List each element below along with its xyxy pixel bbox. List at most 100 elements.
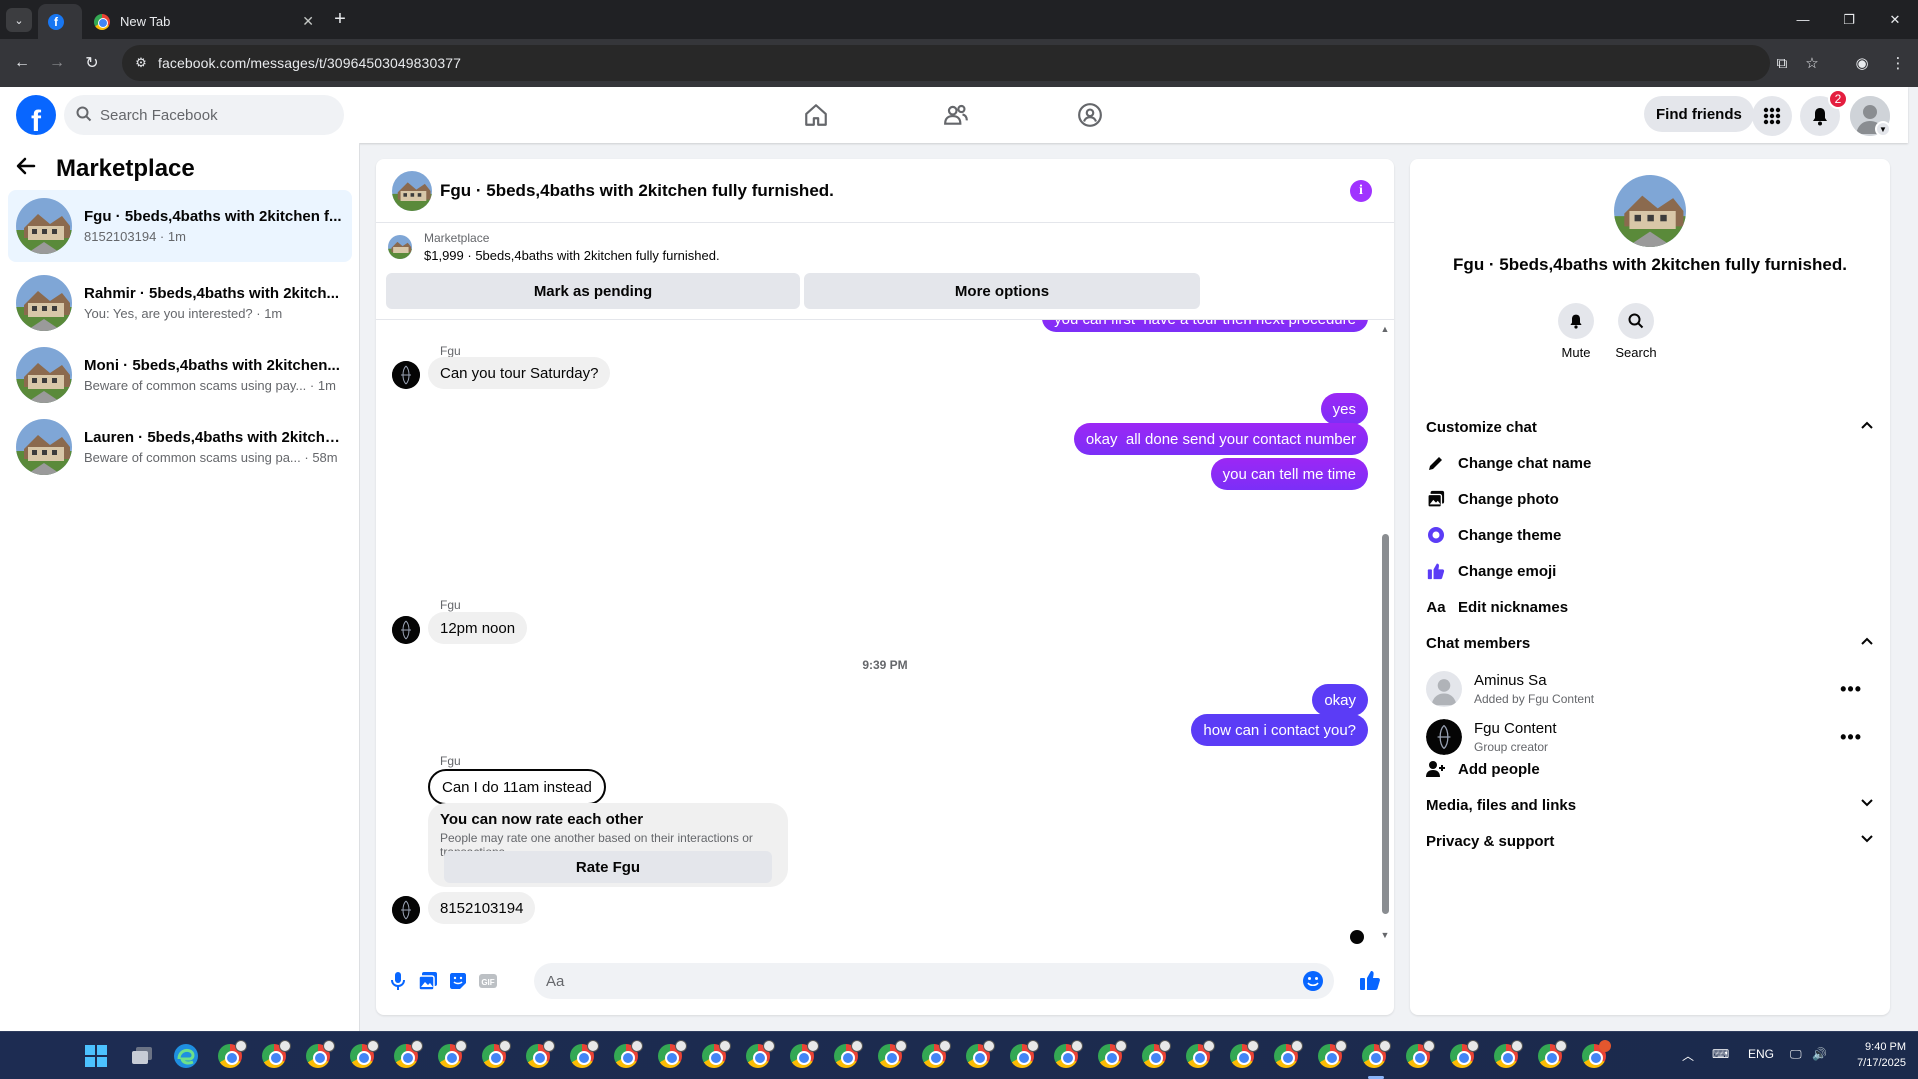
task-view-button[interactable] <box>126 1040 158 1072</box>
system-clock[interactable]: 9:40 PM 7/17/2025 <box>1836 1039 1906 1071</box>
sender-avatar[interactable] <box>392 361 420 389</box>
incoming-message-focused[interactable]: Can I do 11am instead <box>428 769 606 805</box>
chrome-taskbar-button[interactable] <box>1446 1040 1479 1072</box>
conversation-item[interactable]: Moni · 5beds,4baths with 2kitchen... Bew… <box>8 339 352 411</box>
site-info-icon[interactable]: ⚙ <box>130 52 152 74</box>
conversation-item[interactable]: Fgu · 5beds,4baths with 2kitchen f... 81… <box>8 190 352 262</box>
search-in-chat-button[interactable]: Search <box>1606 303 1666 360</box>
chevron-down-icon[interactable]: ▼ <box>1875 121 1891 137</box>
find-friends-button[interactable]: Find friends <box>1644 96 1754 132</box>
chat-title[interactable]: Fgu · 5beds,4baths with 2kitchen fully f… <box>440 181 834 201</box>
facebook-logo-icon[interactable]: f <box>16 95 56 135</box>
profile-icon[interactable]: ◉ <box>1850 51 1874 75</box>
new-tab-button[interactable]: + <box>328 8 352 32</box>
chrome-taskbar-button[interactable] <box>390 1040 423 1072</box>
more-options-button[interactable]: More options <box>804 273 1200 309</box>
chrome-taskbar-button[interactable] <box>346 1040 379 1072</box>
like-thumbs-up-icon[interactable] <box>1358 968 1382 992</box>
chrome-taskbar-button[interactable] <box>214 1040 247 1072</box>
browser-tab-facebook[interactable]: f <box>38 4 82 39</box>
outgoing-message[interactable]: you can first have a tour then next proc… <box>1042 320 1368 332</box>
chrome-taskbar-button[interactable] <box>874 1040 907 1072</box>
close-tab-icon[interactable]: ✕ <box>302 13 314 30</box>
chrome-taskbar-button[interactable] <box>566 1040 599 1072</box>
chrome-taskbar-button[interactable] <box>1314 1040 1347 1072</box>
sender-avatar[interactable] <box>392 616 420 644</box>
url-text[interactable]: facebook.com/messages/t/3096450304983037… <box>158 55 461 71</box>
sticker-icon[interactable] <box>446 969 470 993</box>
chrome-taskbar-button[interactable] <box>1490 1040 1523 1072</box>
chrome-taskbar-button[interactable] <box>962 1040 995 1072</box>
chrome-taskbar-button[interactable] <box>1182 1040 1215 1072</box>
incoming-message[interactable]: 8152103194 <box>428 892 536 924</box>
facebook-search[interactable] <box>64 95 344 135</box>
chrome-taskbar-button[interactable] <box>1050 1040 1083 1072</box>
close-window-button[interactable]: ✕ <box>1872 0 1918 39</box>
edge-taskbar-button[interactable] <box>170 1040 202 1072</box>
keyboard-icon[interactable]: ⌨ <box>1712 1047 1729 1061</box>
chrome-taskbar-button[interactable] <box>1006 1040 1039 1072</box>
chat-members-section[interactable]: Chat members <box>1426 621 1874 665</box>
bookmark-star-icon[interactable]: ☆ <box>1800 51 1824 75</box>
privacy-support-section[interactable]: Privacy & support <box>1426 819 1874 863</box>
volume-icon[interactable]: 🔊 <box>1812 1047 1827 1061</box>
menu-button[interactable] <box>1752 96 1792 136</box>
mark-as-pending-button[interactable]: Mark as pending <box>386 273 800 309</box>
back-arrow-icon[interactable] <box>16 156 48 182</box>
conversation-item[interactable]: Lauren · 5beds,4baths with 2kitche... Be… <box>8 411 352 483</box>
address-bar[interactable]: ⚙ facebook.com/messages/t/30964503049830… <box>122 45 1770 81</box>
home-nav-button[interactable] <box>760 87 872 143</box>
incoming-message[interactable]: Can you tour Saturday? <box>428 357 611 389</box>
forward-arrow-icon[interactable]: → <box>45 51 69 75</box>
message-input[interactable] <box>546 972 1286 990</box>
mute-button[interactable]: Mute <box>1546 303 1606 360</box>
info-icon[interactable]: i <box>1350 180 1372 202</box>
chrome-taskbar-button[interactable] <box>1094 1040 1127 1072</box>
search-input[interactable] <box>100 106 320 124</box>
chrome-taskbar-button[interactable] <box>258 1040 291 1072</box>
start-button[interactable] <box>80 1040 112 1072</box>
outgoing-message[interactable]: yes <box>1320 393 1368 425</box>
groups-nav-button[interactable] <box>1034 87 1146 143</box>
tab-search-button[interactable]: ⌄ <box>6 8 32 32</box>
language-indicator[interactable]: ENG <box>1748 1047 1774 1061</box>
marketplace-listing-bar[interactable]: Marketplace $1,999 · 5beds,4baths with 2… <box>388 231 720 263</box>
scrollbar-thumb[interactable] <box>1382 534 1389 914</box>
chrome-taskbar-button[interactable] <box>610 1040 643 1072</box>
message-input-field[interactable] <box>534 963 1334 999</box>
install-app-icon[interactable]: ⧉ <box>1770 51 1794 75</box>
message-scrollbar[interactable]: ▲ ▼ <box>1380 324 1390 944</box>
chrome-taskbar-button[interactable] <box>698 1040 731 1072</box>
minimize-button[interactable]: — <box>1780 0 1826 39</box>
chrome-taskbar-button[interactable] <box>1226 1040 1259 1072</box>
outgoing-message[interactable]: how can i contact you? <box>1191 714 1368 746</box>
chat-avatar[interactable] <box>392 170 432 211</box>
kebab-menu-icon[interactable]: ⋮ <box>1886 51 1910 75</box>
chat-profile-avatar[interactable] <box>1614 175 1686 247</box>
show-hidden-icons-chevron-icon[interactable]: ︿ <box>1682 1047 1694 1064</box>
chrome-taskbar-button[interactable] <box>1138 1040 1171 1072</box>
reload-icon[interactable]: ↻ <box>80 51 104 75</box>
chrome-taskbar-button[interactable] <box>478 1040 511 1072</box>
scroll-up-arrow-icon[interactable]: ▲ <box>1380 324 1390 334</box>
gif-icon[interactable]: GIF <box>476 969 500 993</box>
browser-tab-new-tab[interactable]: New Tab ✕ <box>84 4 324 39</box>
incoming-message[interactable]: 12pm noon <box>428 612 528 644</box>
chrome-taskbar-button[interactable] <box>918 1040 951 1072</box>
chrome-taskbar-button[interactable] <box>1534 1040 1567 1072</box>
chrome-taskbar-button[interactable] <box>1402 1040 1435 1072</box>
friends-nav-button[interactable] <box>900 87 1012 143</box>
emoji-icon[interactable] <box>1302 970 1324 996</box>
scroll-down-arrow-icon[interactable]: ▼ <box>1380 930 1390 940</box>
chrome-taskbar-button[interactable] <box>1270 1040 1303 1072</box>
more-options-icon[interactable]: ••• <box>1840 727 1862 748</box>
restore-button[interactable]: ❐ <box>1826 0 1872 39</box>
sender-avatar[interactable] <box>392 896 420 924</box>
chrome-taskbar-button[interactable] <box>522 1040 555 1072</box>
back-arrow-icon[interactable]: ← <box>10 51 34 75</box>
microphone-icon[interactable] <box>386 969 410 993</box>
network-icon[interactable]: 🖵 <box>1790 1047 1802 1062</box>
outgoing-message[interactable]: you can tell me time <box>1210 458 1368 490</box>
chrome-taskbar-button[interactable] <box>1578 1040 1611 1072</box>
photo-icon[interactable] <box>416 969 440 993</box>
